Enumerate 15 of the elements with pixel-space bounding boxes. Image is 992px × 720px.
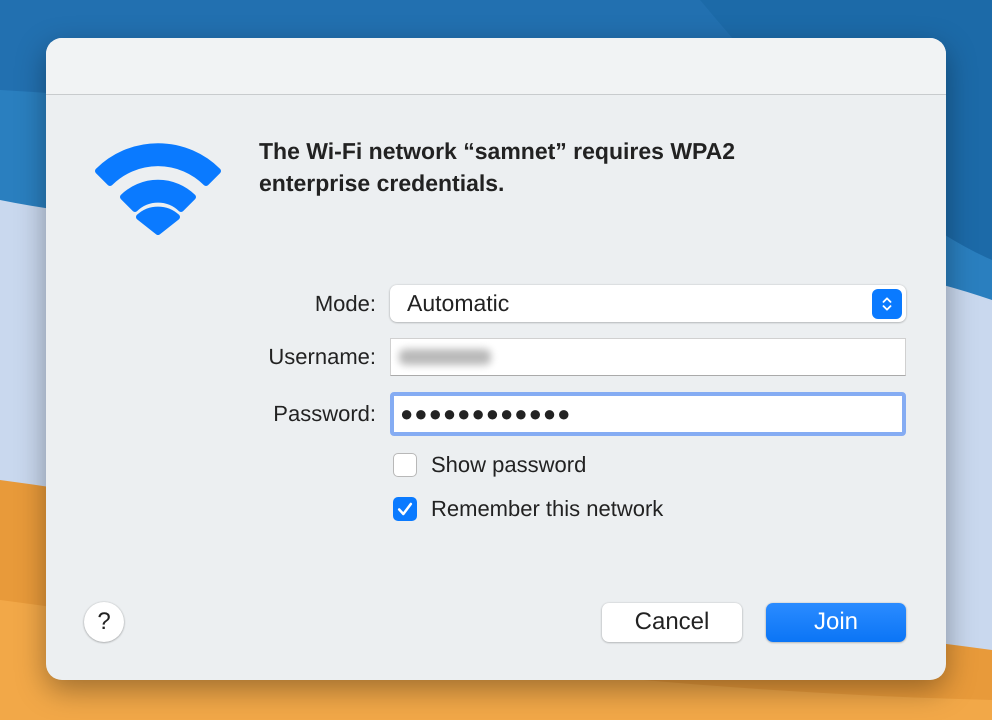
mode-dropdown[interactable]: Automatic [390,285,906,322]
field-label: Mode: [314,290,376,316]
join-button[interactable]: Join [766,602,906,642]
checkbox[interactable] [393,453,417,477]
dialog-message: The Wi-Fi network “samnet” requires WPA2 enterprise credentials. [259,137,736,198]
dropdown-arrows-icon [872,288,902,318]
checkbox-label: Show password [431,452,586,478]
username-field[interactable] [390,338,906,376]
checkbox[interactable] [393,497,417,521]
checkbox-label: Remember this network [431,496,664,522]
cancel-button[interactable]: Cancel [602,602,742,642]
field-label: Password: [272,401,376,427]
help-button[interactable]: ? [84,602,124,642]
field-label: Username: [267,344,376,370]
password-field[interactable]: ●●●●●●●●●●●● [390,392,906,436]
